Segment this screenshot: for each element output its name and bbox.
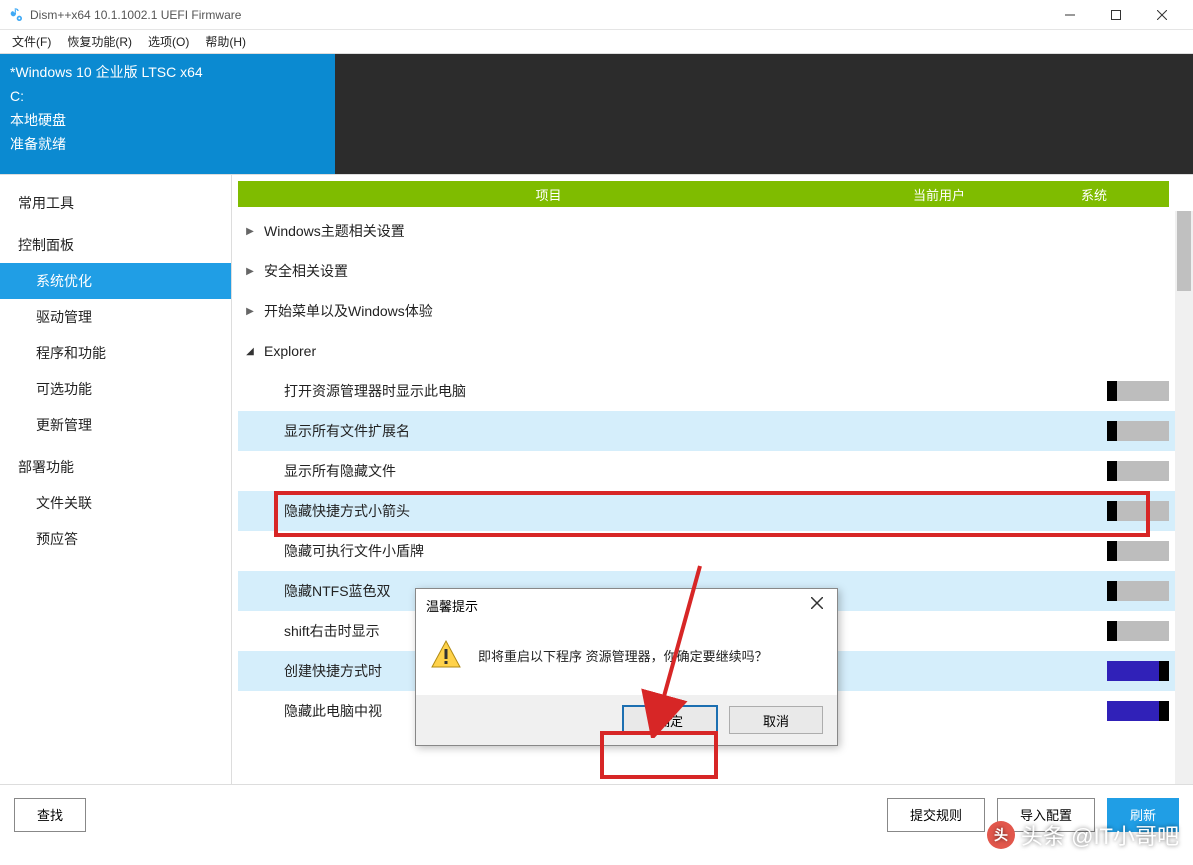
sidebar: 常用工具 控制面板 系统优化 驱动管理 程序和功能 可选功能 更新管理 部署功能… bbox=[0, 175, 232, 784]
sidebar-item-fileassoc[interactable]: 文件关联 bbox=[0, 485, 231, 521]
submit-rule-button[interactable]: 提交规则 bbox=[887, 798, 985, 832]
tree-group-explorer[interactable]: ◢Explorer bbox=[238, 331, 1193, 371]
window-controls bbox=[1047, 0, 1185, 30]
sidebar-item-programs[interactable]: 程序和功能 bbox=[0, 335, 231, 371]
menu-options[interactable]: 选项(O) bbox=[140, 31, 197, 52]
app-icon bbox=[8, 7, 24, 23]
tree-group-startmenu[interactable]: ▶开始菜单以及Windows体验 bbox=[238, 291, 1193, 331]
info-status: 准备就绪 bbox=[10, 132, 325, 156]
watermark-text: 头条 @IT小哥吧 bbox=[1021, 819, 1179, 851]
dialog-footer: 确定 取消 bbox=[416, 695, 837, 745]
confirm-dialog: 温馨提示 即将重启以下程序 资源管理器，你确定要继续吗？ 确定 取消 bbox=[415, 588, 838, 746]
toggle[interactable] bbox=[1107, 421, 1169, 441]
sidebar-item-optional[interactable]: 可选功能 bbox=[0, 371, 231, 407]
close-icon bbox=[811, 597, 823, 609]
maximize-icon bbox=[1111, 10, 1121, 20]
sidebar-cat-common[interactable]: 常用工具 bbox=[0, 179, 231, 221]
maximize-button[interactable] bbox=[1093, 0, 1139, 30]
info-drive: C: bbox=[10, 84, 325, 108]
col-user: 当前用户 bbox=[859, 185, 1019, 204]
sidebar-item-update[interactable]: 更新管理 bbox=[0, 407, 231, 443]
tree-leaf-hidden[interactable]: 显示所有隐藏文件 bbox=[238, 451, 1193, 491]
chevron-down-icon: ◢ bbox=[242, 346, 258, 357]
sidebar-item-preanswer[interactable]: 预应答 bbox=[0, 521, 231, 557]
chevron-right-icon: ▶ bbox=[242, 226, 258, 237]
minimize-icon bbox=[1065, 10, 1075, 20]
tree-group-theme[interactable]: ▶Windows主题相关设置 bbox=[238, 211, 1193, 251]
chevron-right-icon: ▶ bbox=[242, 266, 258, 277]
tree-group-security[interactable]: ▶安全相关设置 bbox=[238, 251, 1193, 291]
dialog-ok-button[interactable]: 确定 bbox=[623, 706, 717, 734]
toggle[interactable] bbox=[1107, 541, 1169, 561]
menu-recovery[interactable]: 恢复功能(R) bbox=[59, 31, 140, 52]
sidebar-cat-deploy[interactable]: 部署功能 bbox=[0, 443, 231, 485]
column-header: 项目 当前用户 系统 bbox=[238, 181, 1169, 207]
sidebar-item-driver[interactable]: 驱动管理 bbox=[0, 299, 231, 335]
info-disk: 本地硬盘 bbox=[10, 108, 325, 132]
info-panel[interactable]: *Windows 10 企业版 LTSC x64 C: 本地硬盘 准备就绪 bbox=[0, 54, 335, 174]
toggle[interactable] bbox=[1107, 581, 1169, 601]
tree-leaf-shield[interactable]: 隐藏可执行文件小盾牌 bbox=[238, 531, 1193, 571]
watermark-icon: 头 bbox=[987, 821, 1015, 849]
menu-help[interactable]: 帮助(H) bbox=[197, 31, 254, 52]
minimize-button[interactable] bbox=[1047, 0, 1093, 30]
dialog-message: 即将重启以下程序 资源管理器，你确定要继续吗？ bbox=[478, 646, 768, 665]
titlebar: Dism++x64 10.1.1002.1 UEFI Firmware bbox=[0, 0, 1193, 30]
dialog-title: 温馨提示 bbox=[426, 596, 478, 615]
toggle[interactable] bbox=[1107, 461, 1169, 481]
tree-leaf-ext[interactable]: 显示所有文件扩展名 bbox=[238, 411, 1193, 451]
dialog-body: 即将重启以下程序 资源管理器，你确定要继续吗？ bbox=[416, 621, 837, 695]
tree-leaf-shortcut-arrow[interactable]: 隐藏快捷方式小箭头 bbox=[238, 491, 1193, 531]
window-title: Dism++x64 10.1.1002.1 UEFI Firmware bbox=[30, 8, 1047, 22]
menubar: 文件(F) 恢复功能(R) 选项(O) 帮助(H) bbox=[0, 30, 1193, 54]
warning-icon bbox=[430, 639, 462, 671]
toggle[interactable] bbox=[1107, 381, 1169, 401]
toggle[interactable] bbox=[1107, 661, 1169, 681]
close-icon bbox=[1157, 10, 1167, 20]
info-strip: *Windows 10 企业版 LTSC x64 C: 本地硬盘 准备就绪 bbox=[0, 54, 1193, 174]
col-item: 项目 bbox=[238, 185, 859, 204]
tree-leaf-thispc[interactable]: 打开资源管理器时显示此电脑 bbox=[238, 371, 1193, 411]
menu-file[interactable]: 文件(F) bbox=[4, 31, 59, 52]
dialog-close-button[interactable] bbox=[807, 596, 827, 614]
info-dark-area bbox=[335, 54, 1193, 174]
sidebar-item-optimize[interactable]: 系统优化 bbox=[0, 263, 231, 299]
dialog-cancel-button[interactable]: 取消 bbox=[729, 706, 823, 734]
toggle[interactable] bbox=[1107, 501, 1169, 521]
sidebar-cat-controlpanel[interactable]: 控制面板 bbox=[0, 221, 231, 263]
col-system: 系统 bbox=[1019, 185, 1169, 204]
toggle[interactable] bbox=[1107, 701, 1169, 721]
watermark: 头 头条 @IT小哥吧 bbox=[987, 819, 1179, 851]
toggle[interactable] bbox=[1107, 621, 1169, 641]
close-button[interactable] bbox=[1139, 0, 1185, 30]
scrollbar-thumb[interactable] bbox=[1177, 211, 1191, 291]
dialog-titlebar: 温馨提示 bbox=[416, 589, 837, 621]
info-os: *Windows 10 企业版 LTSC x64 bbox=[10, 60, 325, 84]
chevron-right-icon: ▶ bbox=[242, 306, 258, 317]
vertical-scrollbar[interactable] bbox=[1175, 211, 1193, 784]
find-button[interactable]: 查找 bbox=[14, 798, 86, 832]
